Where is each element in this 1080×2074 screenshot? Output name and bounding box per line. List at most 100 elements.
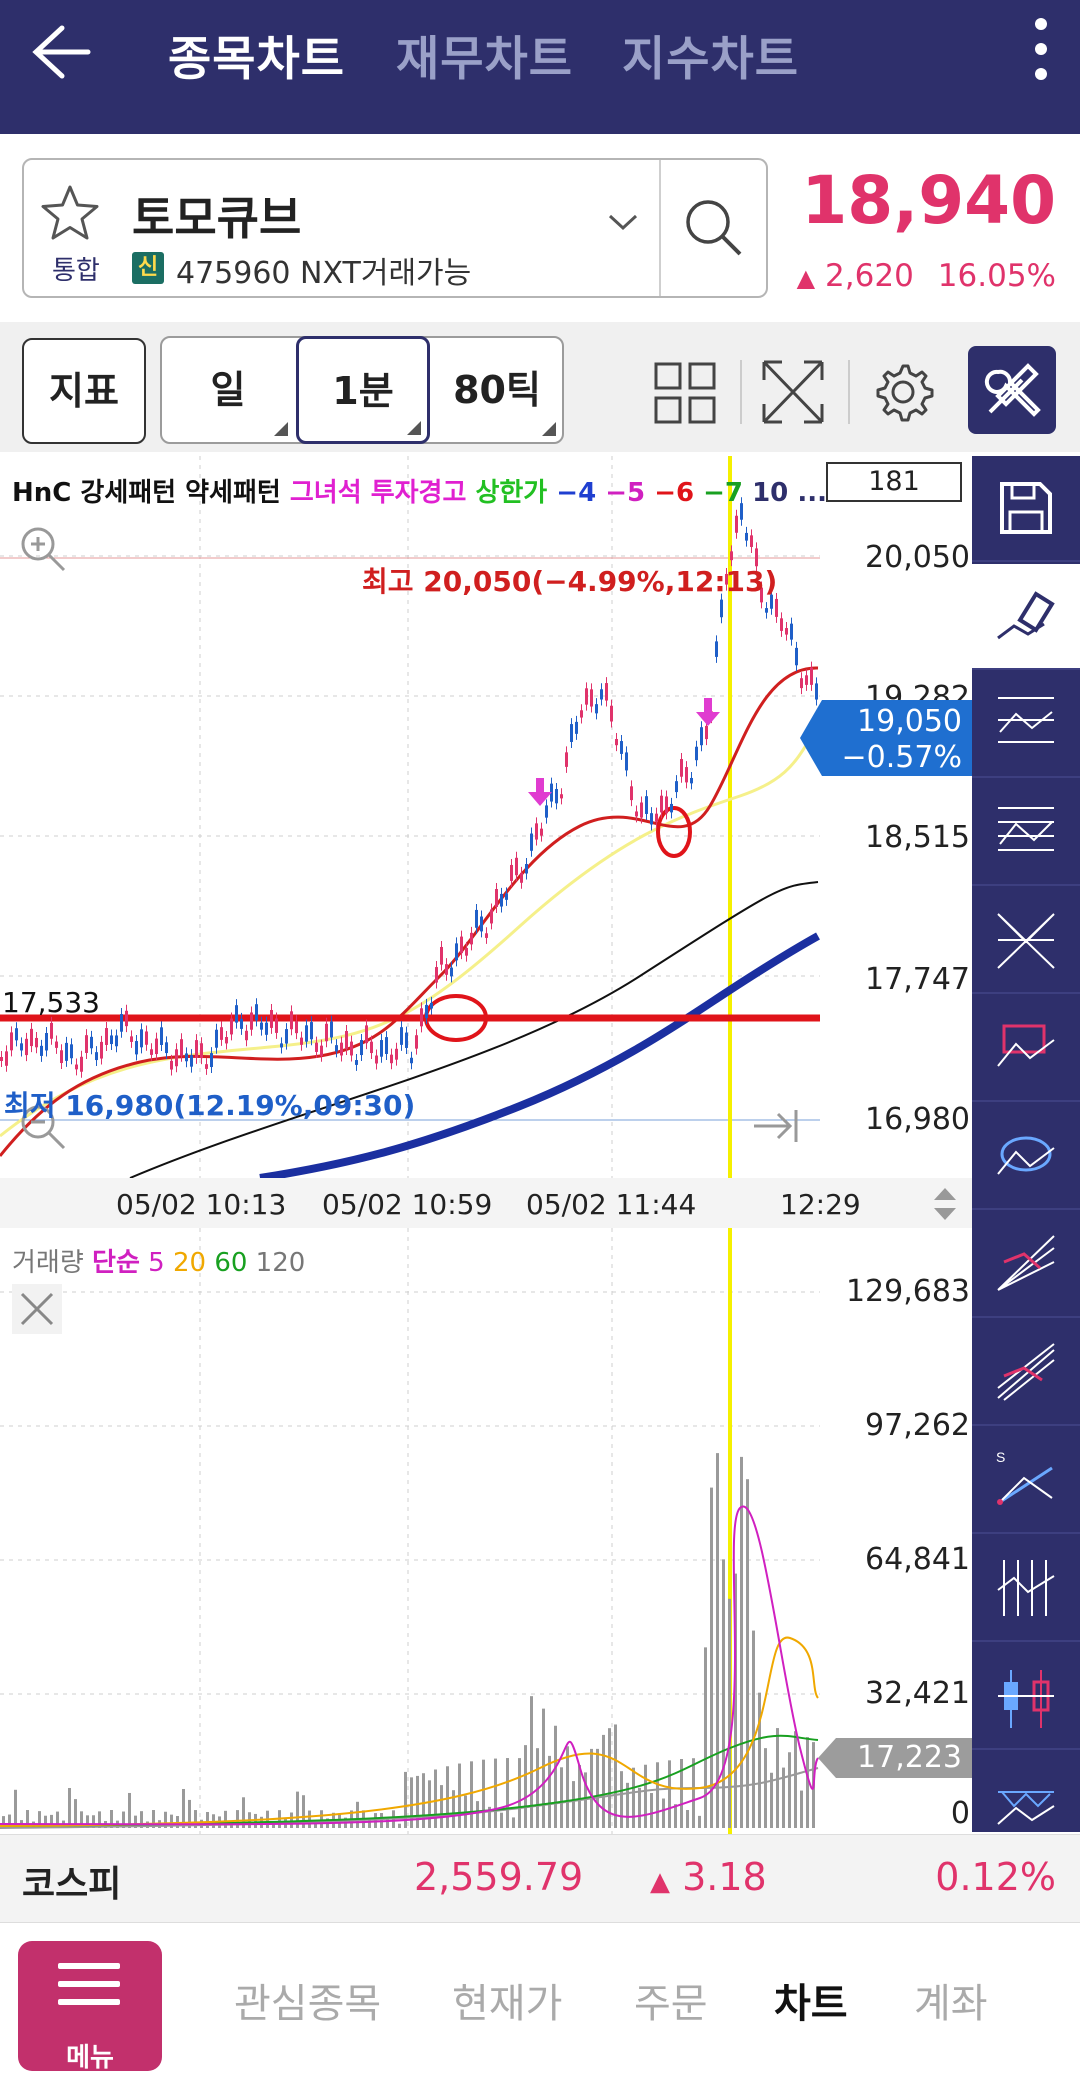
- candle-body: [765, 608, 768, 613]
- axis-resize-icon[interactable]: [930, 1184, 960, 1224]
- index-value: 2,559.79: [414, 1855, 584, 1899]
- candle-body: [410, 1057, 413, 1064]
- candle-body: [45, 1033, 48, 1051]
- speed-lines-icon[interactable]: [972, 1320, 1080, 1426]
- candle-body: [675, 781, 678, 793]
- chevron-down-icon[interactable]: [608, 212, 638, 236]
- ellipse-tool-icon[interactable]: [972, 1104, 1080, 1210]
- drawing-tools-button[interactable]: [968, 346, 1056, 434]
- grid-layout-icon[interactable]: [650, 352, 720, 432]
- volume-legend[interactable]: 거래량 단순 5 20 60 120: [12, 1242, 305, 1279]
- candle-body: [360, 1040, 363, 1056]
- candle-body: [40, 1045, 43, 1056]
- index-change-percent: 0.12%: [935, 1855, 1056, 1899]
- candle-body: [405, 1032, 408, 1048]
- candle-body: [525, 864, 528, 874]
- volume-bar: [578, 1765, 581, 1828]
- more-options-icon[interactable]: [1032, 18, 1050, 88]
- period-80tick-button[interactable]: 80틱: [432, 338, 562, 442]
- volume-bar: [644, 1764, 647, 1828]
- candle-body: [480, 916, 483, 932]
- index-ticker[interactable]: 코스피 2,559.79 ▲ 3.18 0.12%: [0, 1834, 1080, 1922]
- volume-bar: [554, 1725, 557, 1828]
- candle-body: [730, 551, 733, 561]
- nav-chart[interactable]: 차트: [774, 1971, 848, 2029]
- trend-channel-icon[interactable]: [972, 672, 1080, 778]
- candle-body: [105, 1028, 108, 1045]
- candle-body: [610, 705, 613, 722]
- stock-selector[interactable]: 토모큐브 통합 신 475960 NXT거래가능: [22, 158, 768, 298]
- volume-bar: [572, 1781, 575, 1828]
- volume-bar: [632, 1767, 635, 1828]
- volume-bar: [446, 1766, 449, 1828]
- vertical-lines-icon[interactable]: [972, 1536, 1080, 1642]
- nav-current-price[interactable]: 현재가: [452, 1971, 562, 2029]
- nav-account[interactable]: 계좌: [914, 1971, 988, 2029]
- candle-body: [130, 1036, 133, 1042]
- candle-tool-icon[interactable]: [972, 1644, 1080, 1750]
- candle-body: [310, 1022, 313, 1040]
- candle-body: [30, 1028, 33, 1047]
- gear-icon[interactable]: [868, 352, 938, 432]
- candle-body: [450, 967, 453, 977]
- zoom-in-icon[interactable]: [14, 520, 70, 580]
- eraser-icon[interactable]: [972, 564, 1080, 670]
- candle-body: [645, 796, 648, 814]
- candle-body: [210, 1053, 213, 1068]
- indicator-button[interactable]: 지표: [22, 338, 146, 444]
- candle-body: [370, 1041, 373, 1054]
- candle-body: [300, 1037, 303, 1045]
- volume-bar: [740, 1456, 743, 1828]
- close-indicator-icon[interactable]: [12, 1284, 62, 1334]
- menu-button[interactable]: 메뉴: [18, 1941, 162, 2073]
- candle-body: [750, 535, 753, 547]
- candle-body: [560, 794, 563, 799]
- save-icon[interactable]: [972, 456, 1080, 562]
- candle-body: [650, 813, 653, 825]
- tools-icon: [984, 363, 1041, 417]
- data-count-box[interactable]: 181: [826, 462, 962, 502]
- candle-body: [595, 704, 598, 714]
- fullscreen-icon[interactable]: [758, 352, 828, 432]
- parallel-lines-icon[interactable]: [972, 780, 1080, 886]
- search-icon[interactable]: [682, 196, 746, 264]
- candle-body: [640, 802, 643, 818]
- candle-body: [460, 936, 463, 954]
- candle-body: [165, 1042, 168, 1054]
- volume-bar: [620, 1771, 623, 1828]
- fibonacci-icon[interactable]: S: [972, 1428, 1080, 1534]
- candle-body: [160, 1027, 163, 1045]
- nav-watchlist[interactable]: 관심종목: [234, 1971, 381, 2029]
- candle-body: [230, 1018, 233, 1035]
- period-day-button[interactable]: 일: [162, 338, 294, 442]
- volume-bar: [638, 1787, 641, 1828]
- volume-bar: [476, 1801, 479, 1828]
- tab-index-chart[interactable]: 지수차트: [622, 20, 799, 89]
- volume-y-label: 32,421: [865, 1676, 970, 1711]
- candle-body: [485, 933, 488, 938]
- candle-body: [345, 1031, 348, 1049]
- candle-body: [320, 1045, 323, 1056]
- candle-body: [420, 1008, 423, 1027]
- indicator-legend[interactable]: HnC 강세패턴 약세패턴 그녀석 투자경고 상한가 −4 −5 −6 −7 1…: [12, 472, 827, 509]
- period-1min-button[interactable]: 1분: [296, 336, 430, 444]
- cross-lines-icon[interactable]: [972, 888, 1080, 994]
- star-favorite-icon[interactable]: [40, 184, 100, 246]
- tab-stock-chart[interactable]: 종목차트: [168, 20, 345, 89]
- candle-body: [575, 721, 578, 734]
- candle-body: [225, 1037, 228, 1044]
- fan-lines-icon[interactable]: [972, 1212, 1080, 1318]
- nav-order[interactable]: 주문: [634, 1971, 708, 2029]
- candle-body: [785, 628, 788, 635]
- scroll-to-end-icon[interactable]: [748, 1102, 804, 1154]
- high-price-label: 최고 20,050(−4.99%,12:13): [362, 565, 778, 598]
- rectangle-tool-icon[interactable]: [972, 996, 1080, 1102]
- back-arrow-icon[interactable]: [28, 20, 92, 84]
- tab-financial-chart[interactable]: 재무차트: [396, 20, 573, 89]
- candle-body: [275, 1018, 278, 1033]
- candle-body: [540, 828, 543, 836]
- x-axis-label: 12:29: [780, 1188, 861, 1221]
- candle-body: [665, 796, 668, 814]
- volume-bar: [452, 1790, 455, 1828]
- volume-bar: [698, 1815, 701, 1828]
